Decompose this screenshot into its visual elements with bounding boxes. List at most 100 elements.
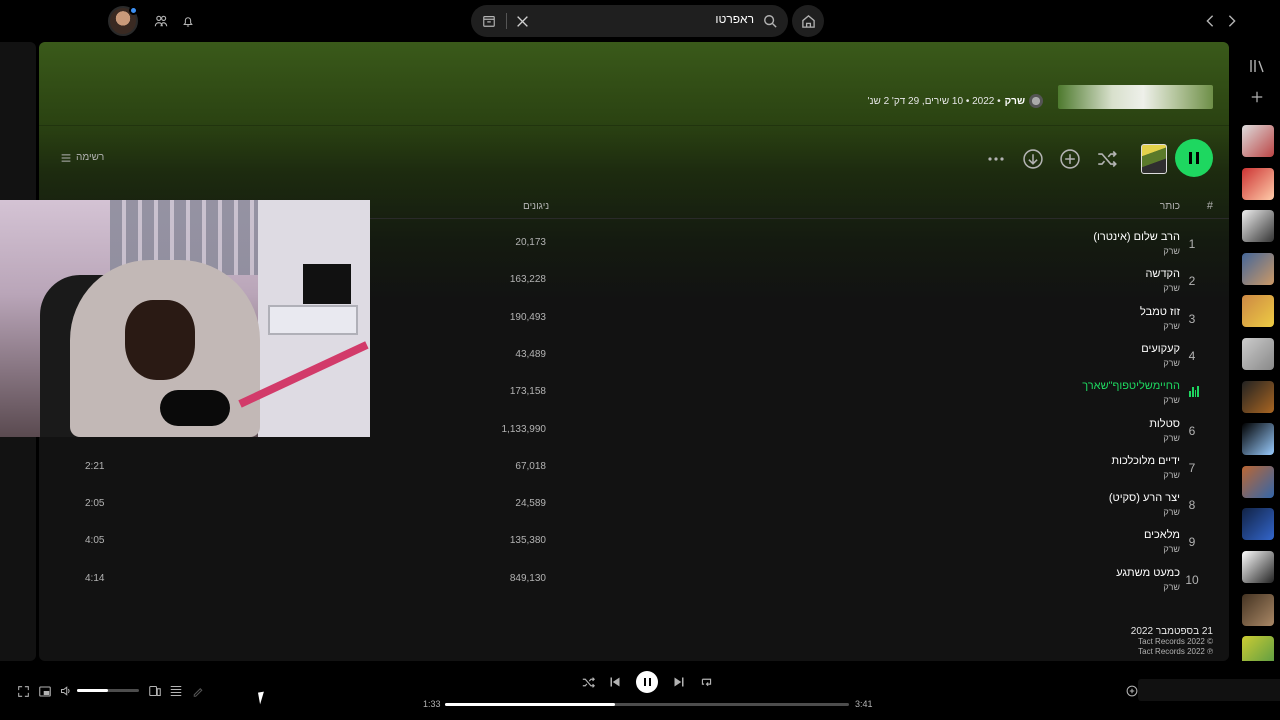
table-row[interactable]: 10 כמעט משתגע שרק 849,130 4:14 <box>39 565 1229 602</box>
shuffle-small-icon[interactable] <box>580 674 596 690</box>
column-title[interactable]: כותר <box>1160 201 1180 212</box>
track-title[interactable]: סטלות <box>1149 418 1180 430</box>
track-artist[interactable]: שרק <box>1163 358 1180 368</box>
progress-bar[interactable] <box>445 703 849 706</box>
play-pause-button[interactable] <box>636 671 658 693</box>
bell-icon[interactable] <box>178 11 198 31</box>
track-plays: 173,158 <box>509 386 546 398</box>
album-cover-thumbnail[interactable] <box>1141 144 1167 174</box>
search-icon[interactable] <box>760 11 780 31</box>
action-bar: רשימה <box>39 137 1229 185</box>
track-title[interactable]: הרב שלום (אינטרו) <box>1093 231 1180 243</box>
top-bar: ראפרטו <box>0 0 1280 42</box>
list-icon <box>61 153 71 162</box>
track-plays: 1,133,990 <box>501 423 547 435</box>
list-view-toggle[interactable]: רשימה <box>61 152 104 163</box>
volume-level <box>77 689 108 692</box>
library-item-cover[interactable] <box>1242 380 1274 413</box>
track-number: 6 <box>1188 423 1196 438</box>
back-arrow-icon[interactable] <box>1200 11 1220 31</box>
table-row[interactable]: 7 ידיים מלוכלכות שרק 67,018 2:21 <box>39 453 1229 490</box>
track-number: 8 <box>1188 498 1196 513</box>
track-title[interactable]: כמעט משתגע <box>1116 567 1180 579</box>
library-item-cover[interactable] <box>1242 465 1274 498</box>
track-artist[interactable]: שרק <box>1163 470 1180 480</box>
library-rail <box>1234 42 1280 682</box>
next-track-icon[interactable] <box>671 674 687 690</box>
artist-name-link[interactable]: שרק <box>1005 96 1025 107</box>
webcam-face <box>125 300 195 380</box>
album-header: שרק • 2022 • 10 שירים, 29 דק' 2 שנ' <box>39 42 1229 126</box>
track-artist[interactable]: שרק <box>1163 433 1180 443</box>
track-duration: 2:21 <box>85 460 105 472</box>
table-row[interactable]: 8 יצר הרע (סקיט) שרק 24,589 2:05 <box>39 490 1229 527</box>
search-input[interactable]: ראפרטו <box>715 12 754 26</box>
home-button[interactable] <box>792 5 824 37</box>
fullscreen-icon[interactable] <box>15 683 31 699</box>
queue-icon[interactable] <box>168 683 184 699</box>
phonogram-line: ℗ 2022 Tact Records <box>1138 647 1213 656</box>
lyrics-icon[interactable] <box>190 683 206 699</box>
shuffle-icon[interactable] <box>1095 147 1119 171</box>
library-item-cover[interactable] <box>1242 508 1274 541</box>
progress-fill <box>445 703 615 706</box>
track-title[interactable]: ידיים מלוכלכות <box>1112 455 1181 467</box>
browse-icon[interactable] <box>479 11 499 31</box>
forward-arrow-icon[interactable] <box>1222 11 1242 31</box>
previous-track-icon[interactable] <box>607 674 623 690</box>
track-number: 9 <box>1188 535 1196 550</box>
track-artist[interactable]: שרק <box>1163 321 1180 331</box>
track-artist[interactable]: שרק <box>1163 395 1180 405</box>
track-artist[interactable]: שרק <box>1163 544 1180 554</box>
track-artist[interactable]: שרק <box>1163 582 1180 592</box>
search-bar[interactable]: ראפרטו <box>471 5 788 37</box>
total-time: 3:41 <box>855 699 873 709</box>
close-icon[interactable] <box>512 11 532 31</box>
library-item-cover[interactable] <box>1242 423 1274 456</box>
track-artist[interactable]: שרק <box>1163 283 1180 293</box>
track-duration: 4:14 <box>85 572 105 584</box>
track-artist[interactable]: שרק <box>1163 246 1180 256</box>
track-number: 2 <box>1188 274 1196 289</box>
library-item-cover[interactable] <box>1242 551 1274 583</box>
repeat-icon[interactable] <box>698 674 714 690</box>
download-icon[interactable] <box>1021 147 1045 171</box>
library-item-cover[interactable] <box>1242 295 1274 328</box>
create-playlist-icon[interactable] <box>1245 85 1269 109</box>
track-plays: 67,018 <box>515 460 546 472</box>
library-item-cover[interactable] <box>1242 167 1274 200</box>
track-plays: 24,589 <box>515 498 546 510</box>
track-title[interactable]: קעקועים <box>1141 343 1180 355</box>
track-title[interactable]: החיימשליטפוף"שארך <box>1082 380 1180 392</box>
track-title[interactable]: יצר הרע (סקיט) <box>1109 492 1180 504</box>
notification-dot <box>129 6 138 15</box>
more-options-icon[interactable] <box>984 147 1008 171</box>
add-to-library-icon[interactable] <box>1058 147 1082 171</box>
track-plays: 135,380 <box>509 535 546 547</box>
track-title[interactable]: מלאכים <box>1144 529 1180 541</box>
library-item-cover[interactable] <box>1242 338 1274 370</box>
connect-device-icon[interactable] <box>147 683 163 699</box>
volume-slider[interactable] <box>77 689 139 692</box>
track-plays: 190,493 <box>509 311 546 323</box>
library-item-cover[interactable] <box>1242 125 1274 157</box>
pause-button[interactable] <box>1175 139 1213 177</box>
volume-icon[interactable] <box>58 683 74 699</box>
column-number: # <box>1206 200 1213 212</box>
copyright-line: © 2022 Tact Records <box>1138 637 1213 646</box>
track-title[interactable]: הקדשה <box>1145 268 1180 280</box>
friends-activity-icon[interactable] <box>151 11 171 31</box>
miniplayer-icon[interactable] <box>37 683 53 699</box>
track-duration: 2:05 <box>85 498 105 510</box>
track-title[interactable]: זוז טמבל <box>1140 306 1180 318</box>
library-item-cover[interactable] <box>1242 210 1274 243</box>
artist-avatar[interactable] <box>1029 94 1043 108</box>
column-plays[interactable]: ניגונים <box>523 201 549 212</box>
library-item-cover[interactable] <box>1242 252 1274 285</box>
side-input-field[interactable] <box>1138 679 1280 701</box>
library-item-cover[interactable] <box>1242 593 1274 626</box>
table-row[interactable]: 9 מלאכים שרק 135,380 4:05 <box>39 527 1229 564</box>
library-icon[interactable] <box>1245 54 1269 78</box>
user-avatar[interactable] <box>108 6 138 36</box>
track-artist[interactable]: שרק <box>1163 507 1180 517</box>
